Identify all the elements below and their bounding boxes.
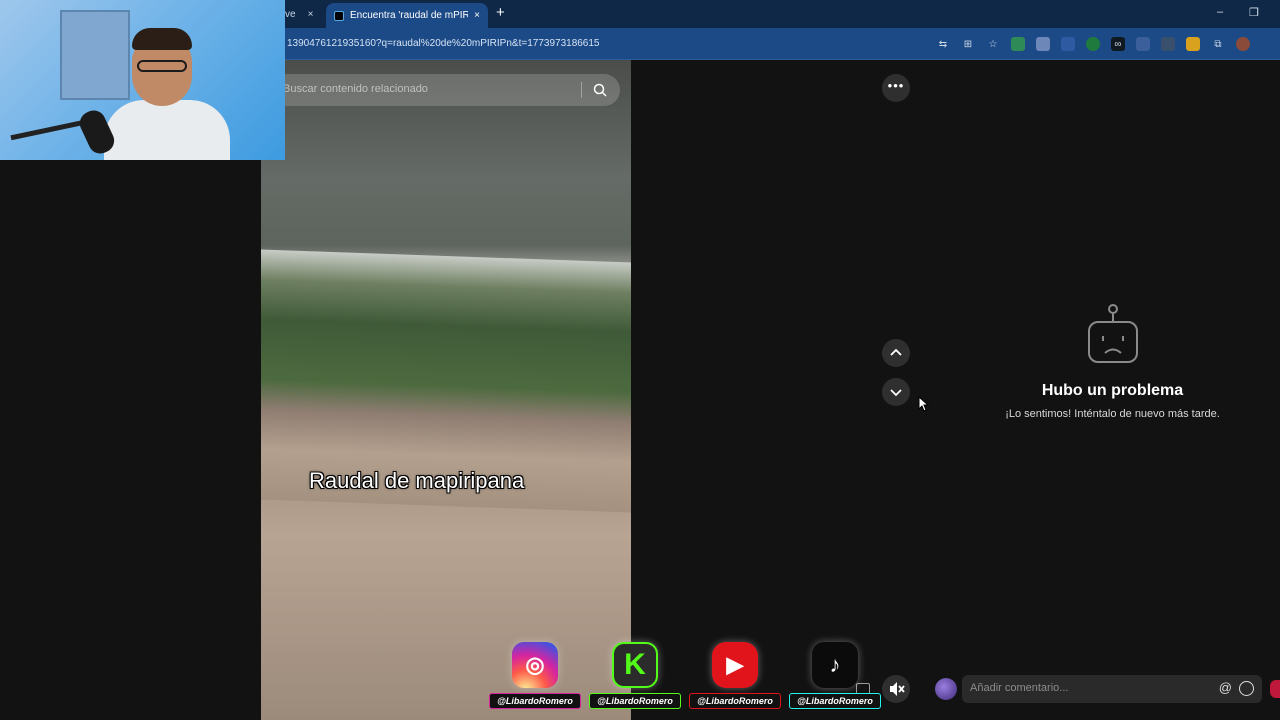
streamer-glasses: [137, 60, 187, 72]
chevron-down-icon: [890, 389, 902, 397]
mention-icon[interactable]: @: [1219, 680, 1232, 695]
minimize-button[interactable]: –: [1217, 6, 1223, 18]
social-kick: K @LibardoRomero: [587, 636, 681, 714]
youtube-icon: ▶: [712, 642, 758, 688]
youtube-handle: @LibardoRomero: [689, 693, 781, 709]
extension-icon[interactable]: [1136, 37, 1150, 51]
extension-toolbar: ⇆ ⊞ ☆ ∞ ⧉: [936, 36, 1250, 52]
streamer-hair: [132, 28, 192, 50]
tab-previous[interactable]: ve ×: [285, 4, 313, 24]
tab-previous-label: ve: [285, 8, 296, 20]
tiktok-handle: @LibardoRomero: [789, 693, 881, 709]
extension-icon[interactable]: [1036, 37, 1050, 51]
new-tab-button[interactable]: +: [496, 5, 505, 21]
screen: ve × Encuentra 'raudal de mPIRIPn' - × +…: [0, 0, 1280, 720]
shield-icon[interactable]: [1011, 37, 1025, 51]
kick-icon: K: [612, 642, 658, 688]
close-icon[interactable]: ×: [308, 9, 314, 20]
extension-icon[interactable]: [1186, 37, 1200, 51]
video-caption: Raudal de mapiripana: [309, 468, 525, 493]
comment-input[interactable]: Añadir comentario... @: [962, 675, 1262, 703]
tiktok-icon: ♪: [812, 642, 858, 688]
restore-button[interactable]: ❐: [1249, 6, 1259, 19]
social-youtube: ▶ @LibardoRomero: [687, 636, 781, 714]
comment-placeholder: Añadir comentario...: [970, 682, 1069, 694]
kick-handle: @LibardoRomero: [589, 693, 681, 709]
chevron-up-icon: [890, 348, 902, 356]
install-app-icon[interactable]: ⊞: [961, 37, 975, 51]
streamer-body: [104, 100, 230, 160]
tab-active[interactable]: Encuentra 'raudal de mPIRIPn' - ×: [326, 3, 488, 28]
tab-title: Encuentra 'raudal de mPIRIPn' -: [350, 10, 469, 21]
search-divider: [581, 82, 582, 98]
video-player[interactable]: [261, 60, 631, 720]
webcam-overlay: [0, 0, 285, 160]
bookmark-star-icon[interactable]: ☆: [986, 37, 1000, 51]
more-options-button[interactable]: •••: [882, 74, 910, 102]
emoji-icon[interactable]: [1239, 681, 1254, 696]
mouse-cursor-icon: [918, 396, 930, 412]
post-button[interactable]: [1270, 680, 1280, 698]
instagram-icon: ◎: [512, 642, 558, 688]
puzzle-extensions-icon[interactable]: ⧉: [1211, 37, 1225, 51]
error-message: ¡Lo sentimos! Inténtalo de nuevo más tar…: [1005, 408, 1220, 420]
next-video-button[interactable]: [882, 378, 910, 406]
tiktok-favicon-icon: [334, 10, 344, 21]
url-text[interactable]: 1390476121935160?q=raudal%20de%20mPIRIPn…: [287, 38, 600, 49]
close-icon[interactable]: ×: [474, 10, 480, 21]
instagram-handle: @LibardoRomero: [489, 693, 581, 709]
mute-button[interactable]: [882, 675, 910, 703]
related-search-input[interactable]: Buscar contenido relacionado: [271, 74, 620, 106]
previous-video-button[interactable]: [882, 339, 910, 367]
social-instagram: ◎ @LibardoRomero: [487, 636, 581, 714]
social-handles-overlay: ◎ @LibardoRomero K @LibardoRomero ▶ @Lib…: [487, 636, 881, 714]
profile-avatar[interactable]: [1236, 37, 1250, 51]
extension-icon[interactable]: [1061, 37, 1075, 51]
muted-speaker-icon: [890, 682, 905, 696]
extension-icon[interactable]: [1086, 37, 1100, 51]
social-tiktok: ♪ @LibardoRomero: [787, 636, 881, 714]
search-icon[interactable]: [592, 82, 608, 98]
search-placeholder: Buscar contenido relacionado: [283, 83, 428, 95]
extension-icon[interactable]: [1161, 37, 1175, 51]
error-title: Hubo un problema: [1041, 382, 1184, 399]
background-shelf: [60, 10, 130, 100]
user-avatar[interactable]: [935, 678, 957, 700]
link-icon[interactable]: ∞: [1111, 37, 1125, 51]
sad-robot-icon: [1088, 304, 1138, 363]
translate-icon[interactable]: ⇆: [936, 37, 950, 51]
